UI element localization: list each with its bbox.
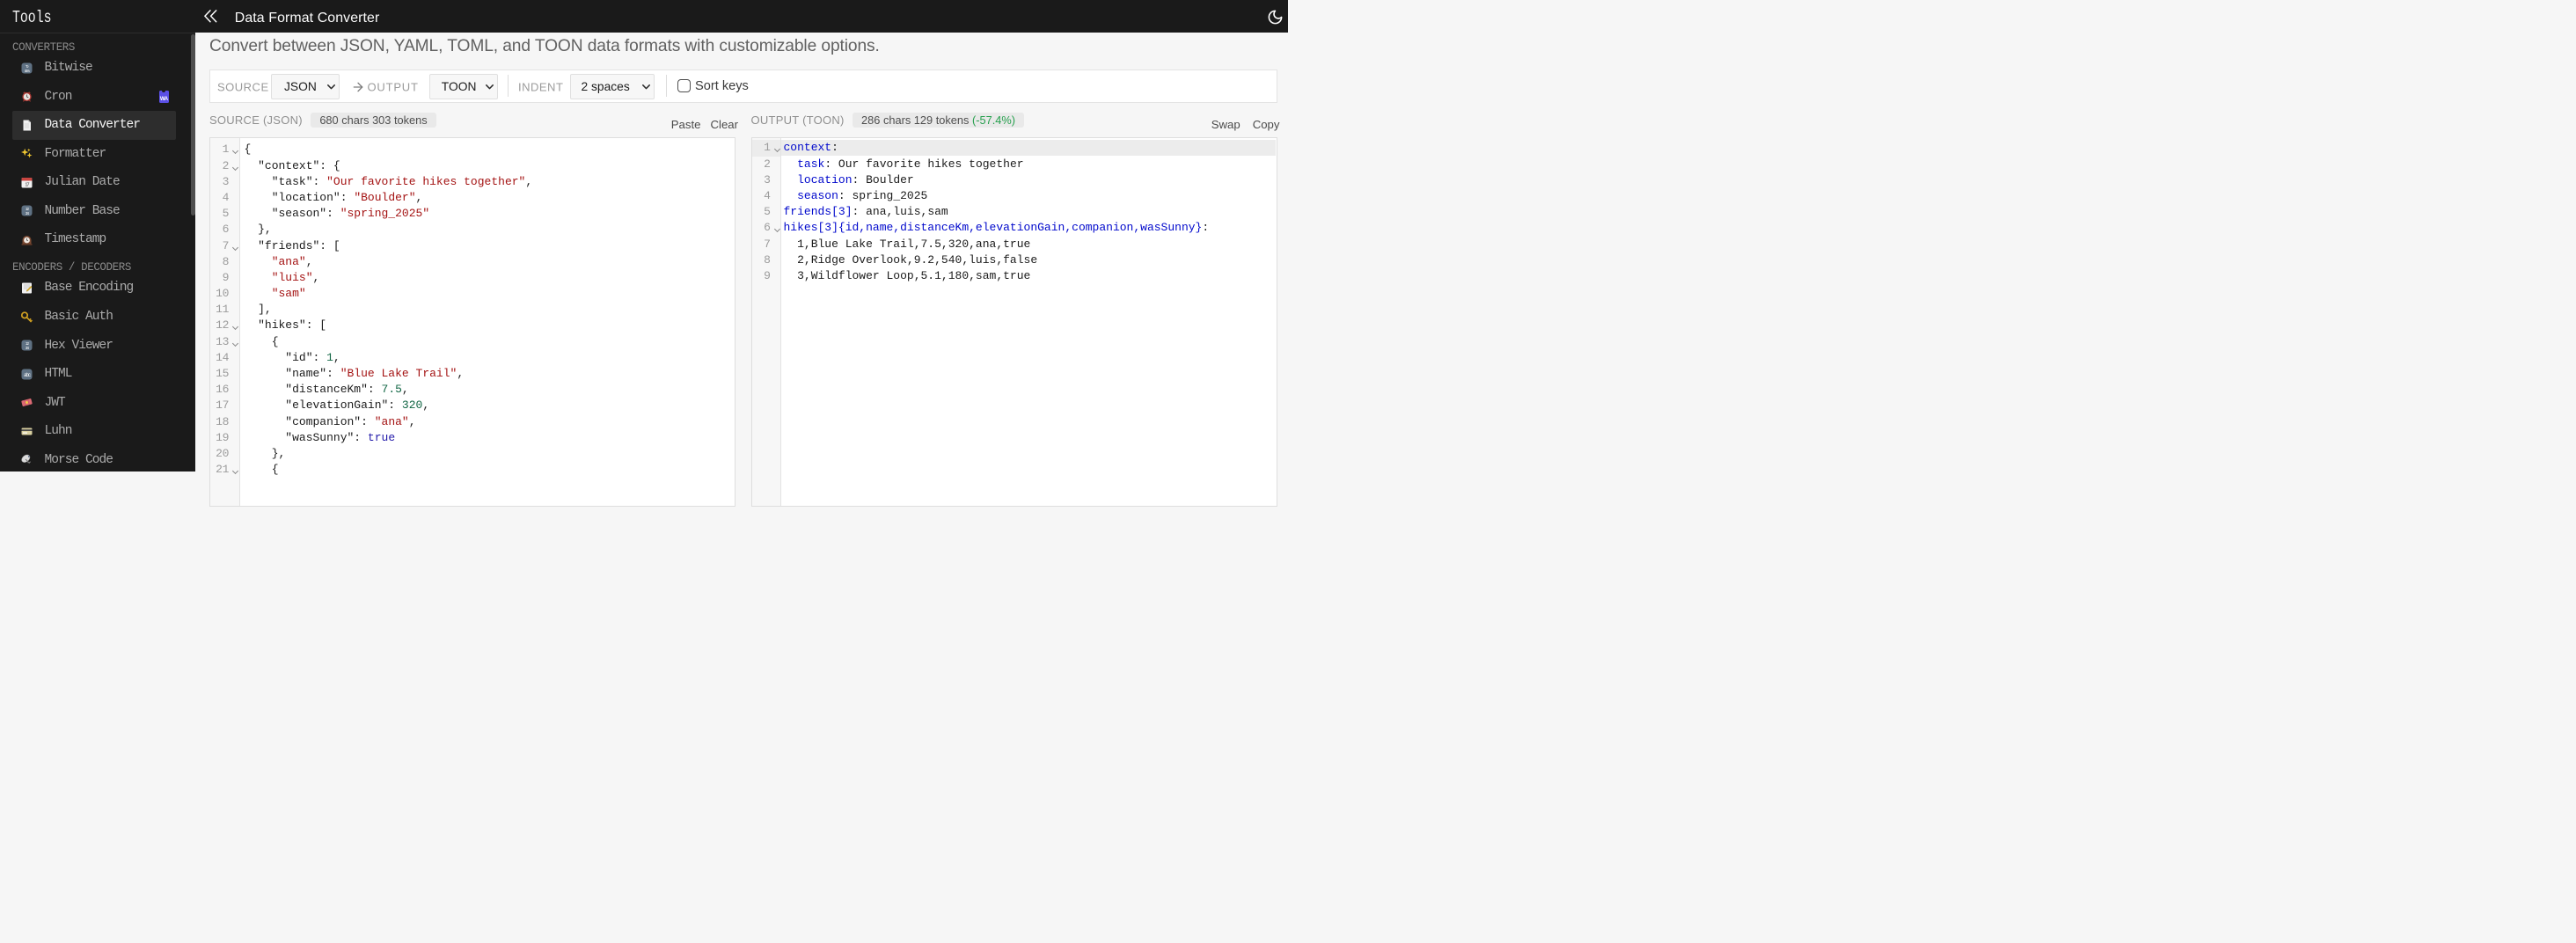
svg-text:abc: abc [24,373,31,378]
svg-text:&%: &% [25,69,30,73]
